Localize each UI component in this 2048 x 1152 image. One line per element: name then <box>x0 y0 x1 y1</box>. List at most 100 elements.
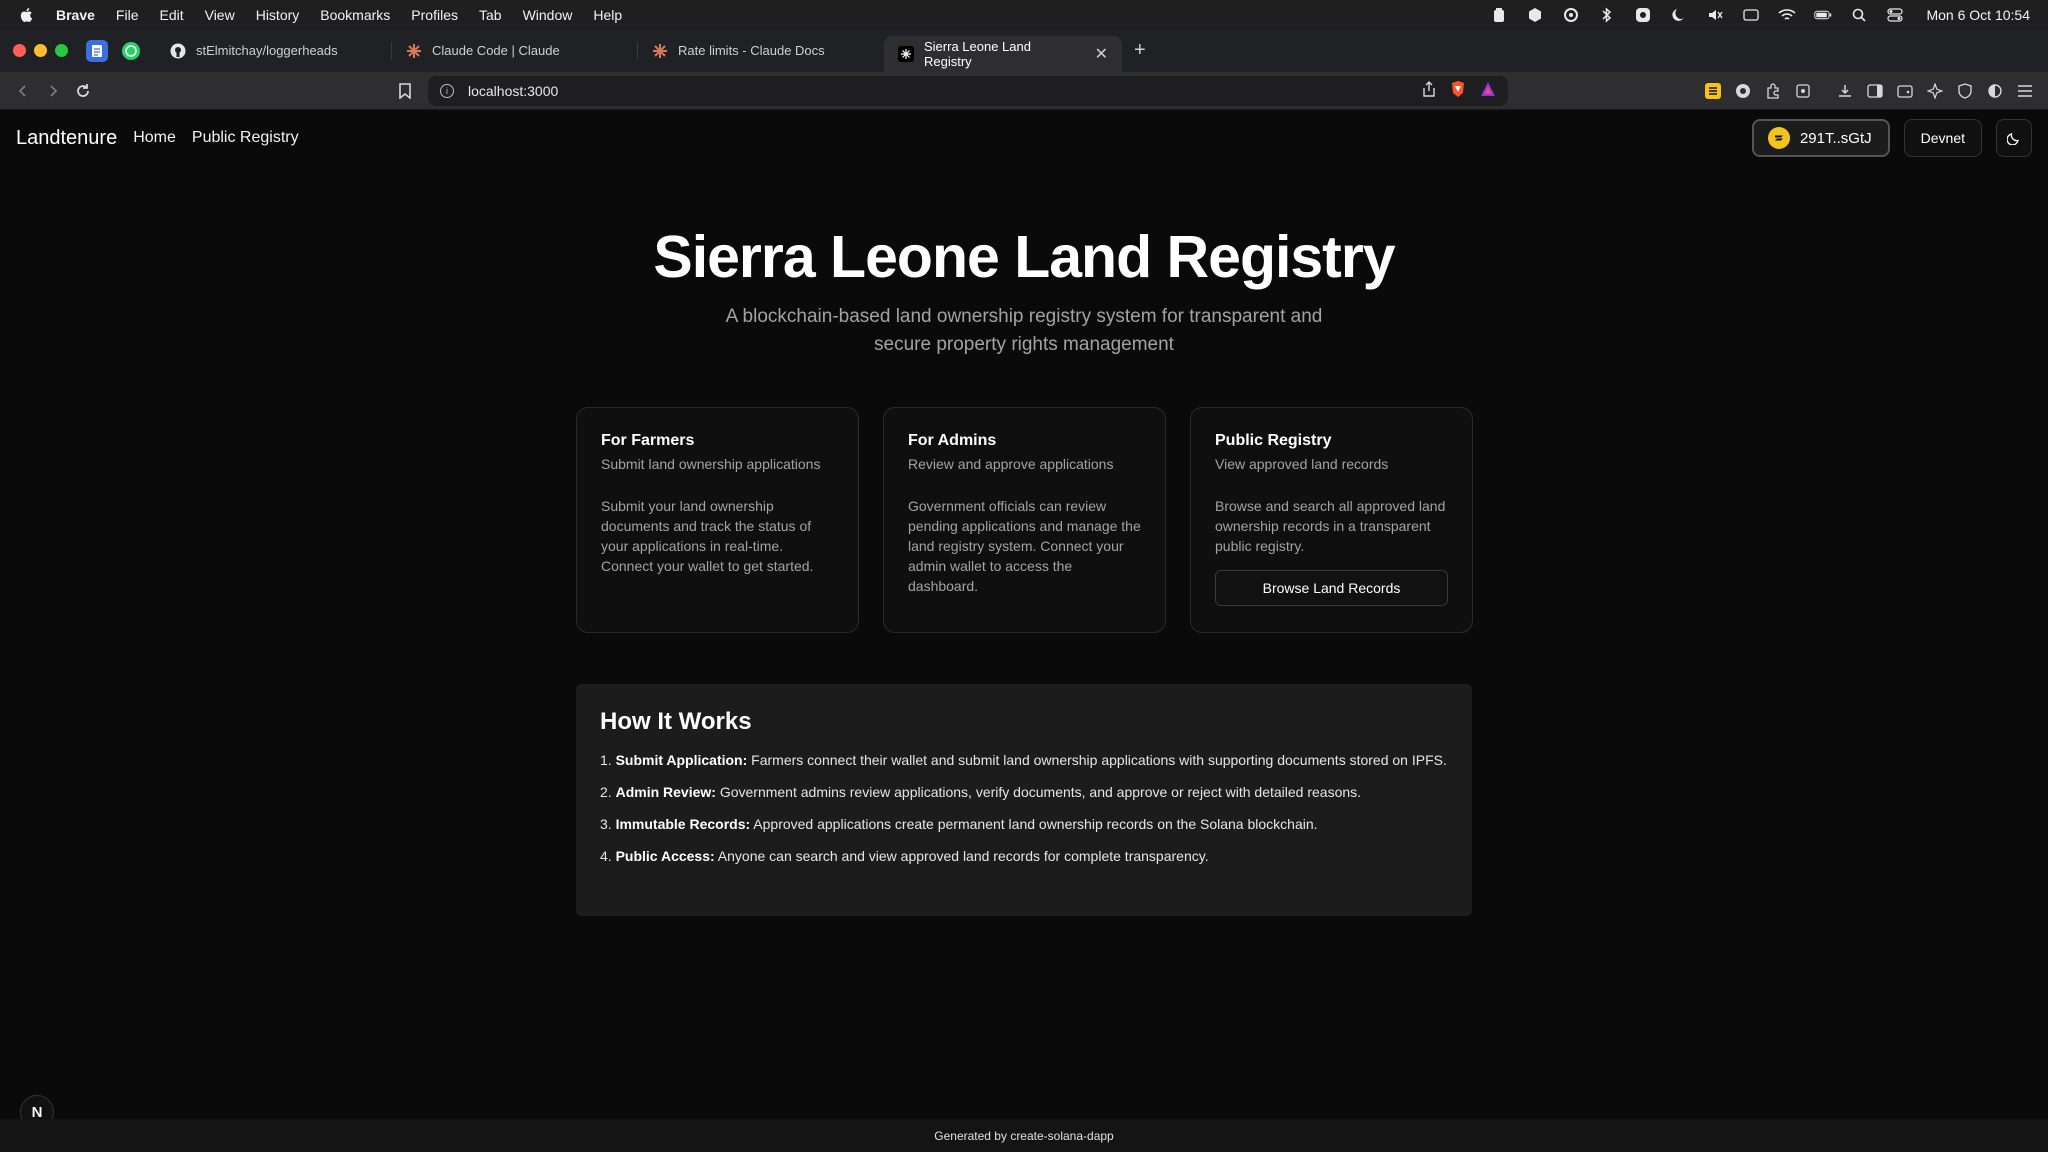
wallet-button[interactable]: 291T..sGtJ <box>1751 119 1890 157</box>
menu-file[interactable]: File <box>116 7 139 23</box>
tab-label: Rate limits - Claude Docs <box>678 43 825 58</box>
pinned-tab-docs-icon[interactable] <box>86 39 108 62</box>
tab-claude-code[interactable]: Claude Code | Claude <box>392 34 638 68</box>
wallet-address-label: 291T..sGtJ <box>1799 129 1872 147</box>
how-it-works-title: How It Works <box>600 708 752 735</box>
web-page: Landtenure Home Public Registry 291T..sG… <box>0 111 2048 1152</box>
tab-rate-limits[interactable]: Rate limits - Claude Docs <box>638 34 884 68</box>
step-title: Public Access: <box>615 848 715 864</box>
step-text: Anyone can search and view approved land… <box>714 848 1209 864</box>
brave-shields-icon[interactable] <box>1450 80 1466 101</box>
bluetooth-icon[interactable] <box>1598 6 1616 23</box>
tray-app-icon[interactable] <box>1490 7 1508 23</box>
brand-logo[interactable]: Landtenure <box>16 127 117 150</box>
speaker-muted-icon[interactable] <box>1706 7 1724 23</box>
tray-sync-icon[interactable] <box>1562 7 1580 23</box>
spotlight-search-icon[interactable] <box>1850 7 1868 23</box>
extensions-puzzle-icon[interactable] <box>1764 82 1782 100</box>
theme-toggle-button[interactable] <box>1996 119 2032 157</box>
card-body: Browse and search all approved land owne… <box>1215 498 1446 554</box>
menu-help[interactable]: Help <box>593 7 622 23</box>
menu-tab[interactable]: Tab <box>479 7 502 23</box>
card-title: For Admins <box>908 432 997 449</box>
forward-button[interactable] <box>38 76 68 106</box>
menu-bookmarks[interactable]: Bookmarks <box>320 7 390 23</box>
browse-land-records-button[interactable]: Browse Land Records <box>1215 570 1448 606</box>
apple-logo-icon[interactable] <box>18 6 36 24</box>
extension-box-icon[interactable] <box>1794 82 1812 100</box>
minimize-window-button[interactable] <box>34 44 47 57</box>
wifi-icon[interactable] <box>1778 7 1797 23</box>
card-farmers: For Farmers Submit land ownership applic… <box>576 407 859 633</box>
bookmark-icon[interactable] <box>390 76 420 106</box>
back-button[interactable] <box>8 76 38 106</box>
card-subtitle: Submit land ownership applications <box>601 456 821 472</box>
pinned-tab-whatsapp-icon[interactable] <box>120 40 142 62</box>
reload-button[interactable] <box>68 76 98 106</box>
close-window-button[interactable] <box>13 44 26 57</box>
new-tab-button[interactable]: + <box>1134 39 1146 62</box>
card-public-registry: Public Registry View approved land recor… <box>1190 407 1473 633</box>
tab-sierra-leone-land-registry[interactable]: Sierra Leone Land Registry ✕ <box>884 36 1122 72</box>
extension-icon-2[interactable] <box>1734 82 1752 100</box>
claude-icon <box>652 43 668 59</box>
menu-window[interactable]: Window <box>523 7 573 23</box>
card-body: Submit your land ownership documents and… <box>601 498 814 574</box>
menu-app-name[interactable]: Brave <box>56 7 95 23</box>
address-bar[interactable]: i localhost:3000 <box>428 75 1508 106</box>
card-admins: For Admins Review and approve applicatio… <box>883 407 1166 633</box>
menubar-clock[interactable]: Mon 6 Oct 10:54 <box>1926 7 2030 23</box>
vpn-shield-icon[interactable] <box>1956 82 1974 100</box>
wallet-icon[interactable] <box>1896 82 1914 100</box>
moon-icon[interactable] <box>1670 7 1688 23</box>
download-icon[interactable] <box>1836 82 1854 100</box>
github-icon <box>170 43 186 59</box>
close-tab-icon[interactable]: ✕ <box>1095 44 1108 64</box>
solflare-extension-icon[interactable] <box>1704 82 1722 100</box>
tray-circle-icon[interactable] <box>1634 7 1652 23</box>
menu-view[interactable]: View <box>205 7 235 23</box>
menu-edit[interactable]: Edit <box>159 7 183 23</box>
cluster-select-button[interactable]: Devnet <box>1903 119 1982 157</box>
step-title: Submit Application: <box>615 752 748 768</box>
card-title: Public Registry <box>1215 432 1332 449</box>
cluster-label: Devnet <box>1920 130 1965 146</box>
how-it-works-section: How It Works 1. Submit Application: Farm… <box>576 684 1472 916</box>
card-body: Government officials can review pending … <box>908 498 1141 594</box>
step-text: Approved applications create permanent l… <box>750 816 1318 832</box>
page-footer: Generated by create-solana-dapp <box>0 1119 2048 1152</box>
control-center-icon[interactable] <box>1886 7 1904 23</box>
address-url[interactable]: localhost:3000 <box>468 83 558 99</box>
card-subtitle: View approved land records <box>1215 456 1389 472</box>
solflare-wallet-icon <box>1767 127 1790 149</box>
step-number: 1. <box>600 752 612 768</box>
step-item: 2. Admin Review: Government admins revie… <box>600 782 1448 802</box>
page-icon <box>898 46 914 62</box>
tray-cube-icon[interactable] <box>1526 7 1544 23</box>
menu-hamburger-icon[interactable] <box>2016 82 2034 100</box>
pinned-tabs <box>86 39 142 62</box>
leo-ai-icon[interactable] <box>1926 82 1944 100</box>
menu-history[interactable]: History <box>256 7 300 23</box>
brave-rewards-icon[interactable] <box>1480 81 1496 100</box>
step-text: Farmers connect their wallet and submit … <box>747 752 1447 768</box>
nav-public-registry-link[interactable]: Public Registry <box>192 129 299 147</box>
card-subtitle: Review and approve applications <box>908 456 1114 472</box>
hero-title: Sierra Leone Land Registry <box>653 224 1395 290</box>
theme-moon-icon[interactable] <box>1986 82 2004 100</box>
step-title: Admin Review: <box>615 784 716 800</box>
zoom-window-button[interactable] <box>55 44 68 57</box>
share-icon[interactable] <box>1422 81 1436 100</box>
tab-github[interactable]: stElmitchay/loggerheads <box>156 34 392 68</box>
extensions-row <box>1704 82 2034 100</box>
keyboard-icon[interactable] <box>1742 7 1760 23</box>
footer-text: Generated by create-solana-dapp <box>934 1128 1114 1143</box>
menu-profiles[interactable]: Profiles <box>411 7 458 23</box>
claude-icon <box>406 43 422 59</box>
sidebar-icon[interactable] <box>1866 82 1884 100</box>
nav-home-link[interactable]: Home <box>133 129 176 147</box>
site-info-icon[interactable]: i <box>440 83 454 98</box>
macos-menu-bar: Brave File Edit View History Bookmarks P… <box>0 0 2048 29</box>
step-number: 2. <box>600 784 612 800</box>
battery-icon[interactable] <box>1814 7 1832 23</box>
